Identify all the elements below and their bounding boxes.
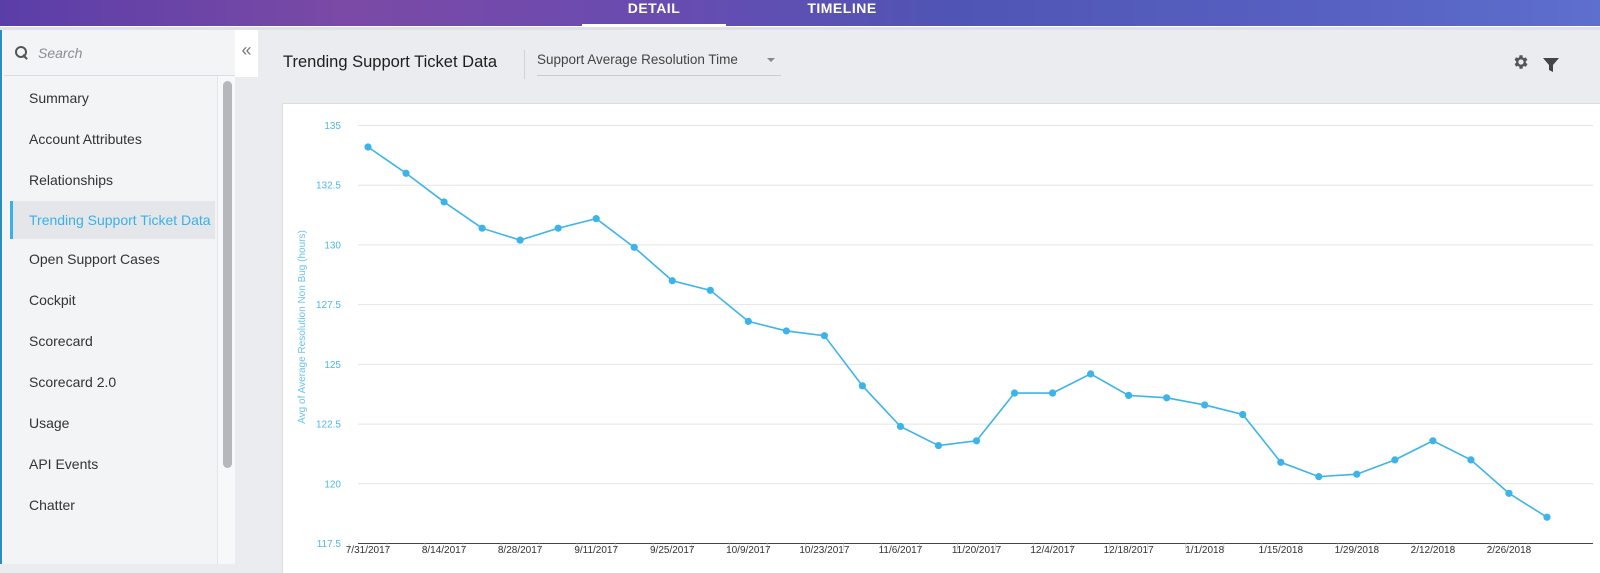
data-point (1201, 401, 1209, 409)
y-tick-label: 122.5 (316, 420, 341, 431)
y-tick-label: 117.5 (317, 539, 342, 550)
data-point (440, 198, 448, 206)
data-point (1239, 410, 1247, 419)
data-point (858, 382, 867, 390)
data-point (592, 215, 600, 223)
data-point (1429, 437, 1437, 445)
data-point (972, 437, 981, 445)
y-tick-label: 130 (324, 240, 341, 251)
data-point (896, 422, 905, 431)
x-tick-label: 8/14/2017 (422, 545, 467, 556)
y-tick-label: 132.5 (316, 181, 341, 192)
data-point (1505, 489, 1513, 497)
data-point (782, 327, 790, 335)
x-tick-label: 1/29/2018 (1335, 545, 1380, 556)
x-tick-label: 11/20/2017 (952, 545, 1002, 556)
data-point (1353, 470, 1361, 478)
gridlines (358, 125, 1593, 485)
data-point (744, 317, 752, 325)
data-point (1277, 458, 1285, 466)
data-point (516, 236, 524, 244)
data-point (478, 224, 486, 232)
y-tick-label: 135 (324, 121, 341, 132)
x-tick-label: 9/25/2017 (650, 545, 695, 556)
x-tick-label: 12/4/2017 (1030, 545, 1075, 556)
data-point (364, 143, 372, 151)
x-tick-label: 11/6/2017 (879, 545, 923, 556)
data-point (1010, 389, 1019, 397)
x-tick-label: 1/1/2018 (1185, 545, 1224, 556)
x-axis-ticks: 7/31/2017 8/14/2017 8/28/2017 9/11/2017 9/25… (346, 543, 1532, 556)
series-line (367, 146, 1548, 518)
x-tick-label: 2/12/2018 (1411, 545, 1456, 556)
data-point (706, 286, 714, 294)
data-point (554, 224, 562, 232)
data-point (934, 441, 943, 450)
data-points (364, 143, 1551, 521)
data-point (1543, 513, 1551, 521)
data-point (1163, 394, 1171, 402)
line-chart: 117.5 120 122.5 125 127.5 130 132.5 135 Avg of … (297, 121, 1593, 556)
y-tick-label: 127.5 (316, 300, 341, 311)
data-point (402, 169, 410, 177)
y-axis-label: Avg of Average Resolution Non Bug (hours… (297, 230, 308, 424)
x-tick-label: 9/11/2017 (574, 545, 618, 556)
data-point (1048, 389, 1057, 397)
data-point (630, 243, 638, 251)
y-axis-ticks: 117.5 120 122.5 125 127.5 130 132.5 135 (316, 121, 341, 550)
x-tick-label: 12/18/2017 (1104, 545, 1154, 556)
data-point (1125, 391, 1133, 400)
data-point (820, 332, 828, 340)
x-tick-label: 1/15/2018 (1259, 545, 1304, 556)
data-point (1467, 456, 1475, 464)
x-tick-label: 8/28/2017 (498, 545, 543, 556)
data-point (668, 277, 676, 285)
data-point (1315, 473, 1323, 481)
x-tick-label: 10/9/2017 (726, 545, 771, 556)
x-tick-label: 7/31/2017 (346, 545, 391, 556)
x-tick-label: 10/23/2017 (799, 545, 849, 556)
y-tick-label: 120 (324, 479, 341, 490)
data-point (1087, 370, 1095, 378)
data-point (1391, 456, 1399, 464)
x-tick-label: 2/26/2018 (1487, 545, 1532, 556)
y-tick-label: 125 (324, 360, 341, 371)
